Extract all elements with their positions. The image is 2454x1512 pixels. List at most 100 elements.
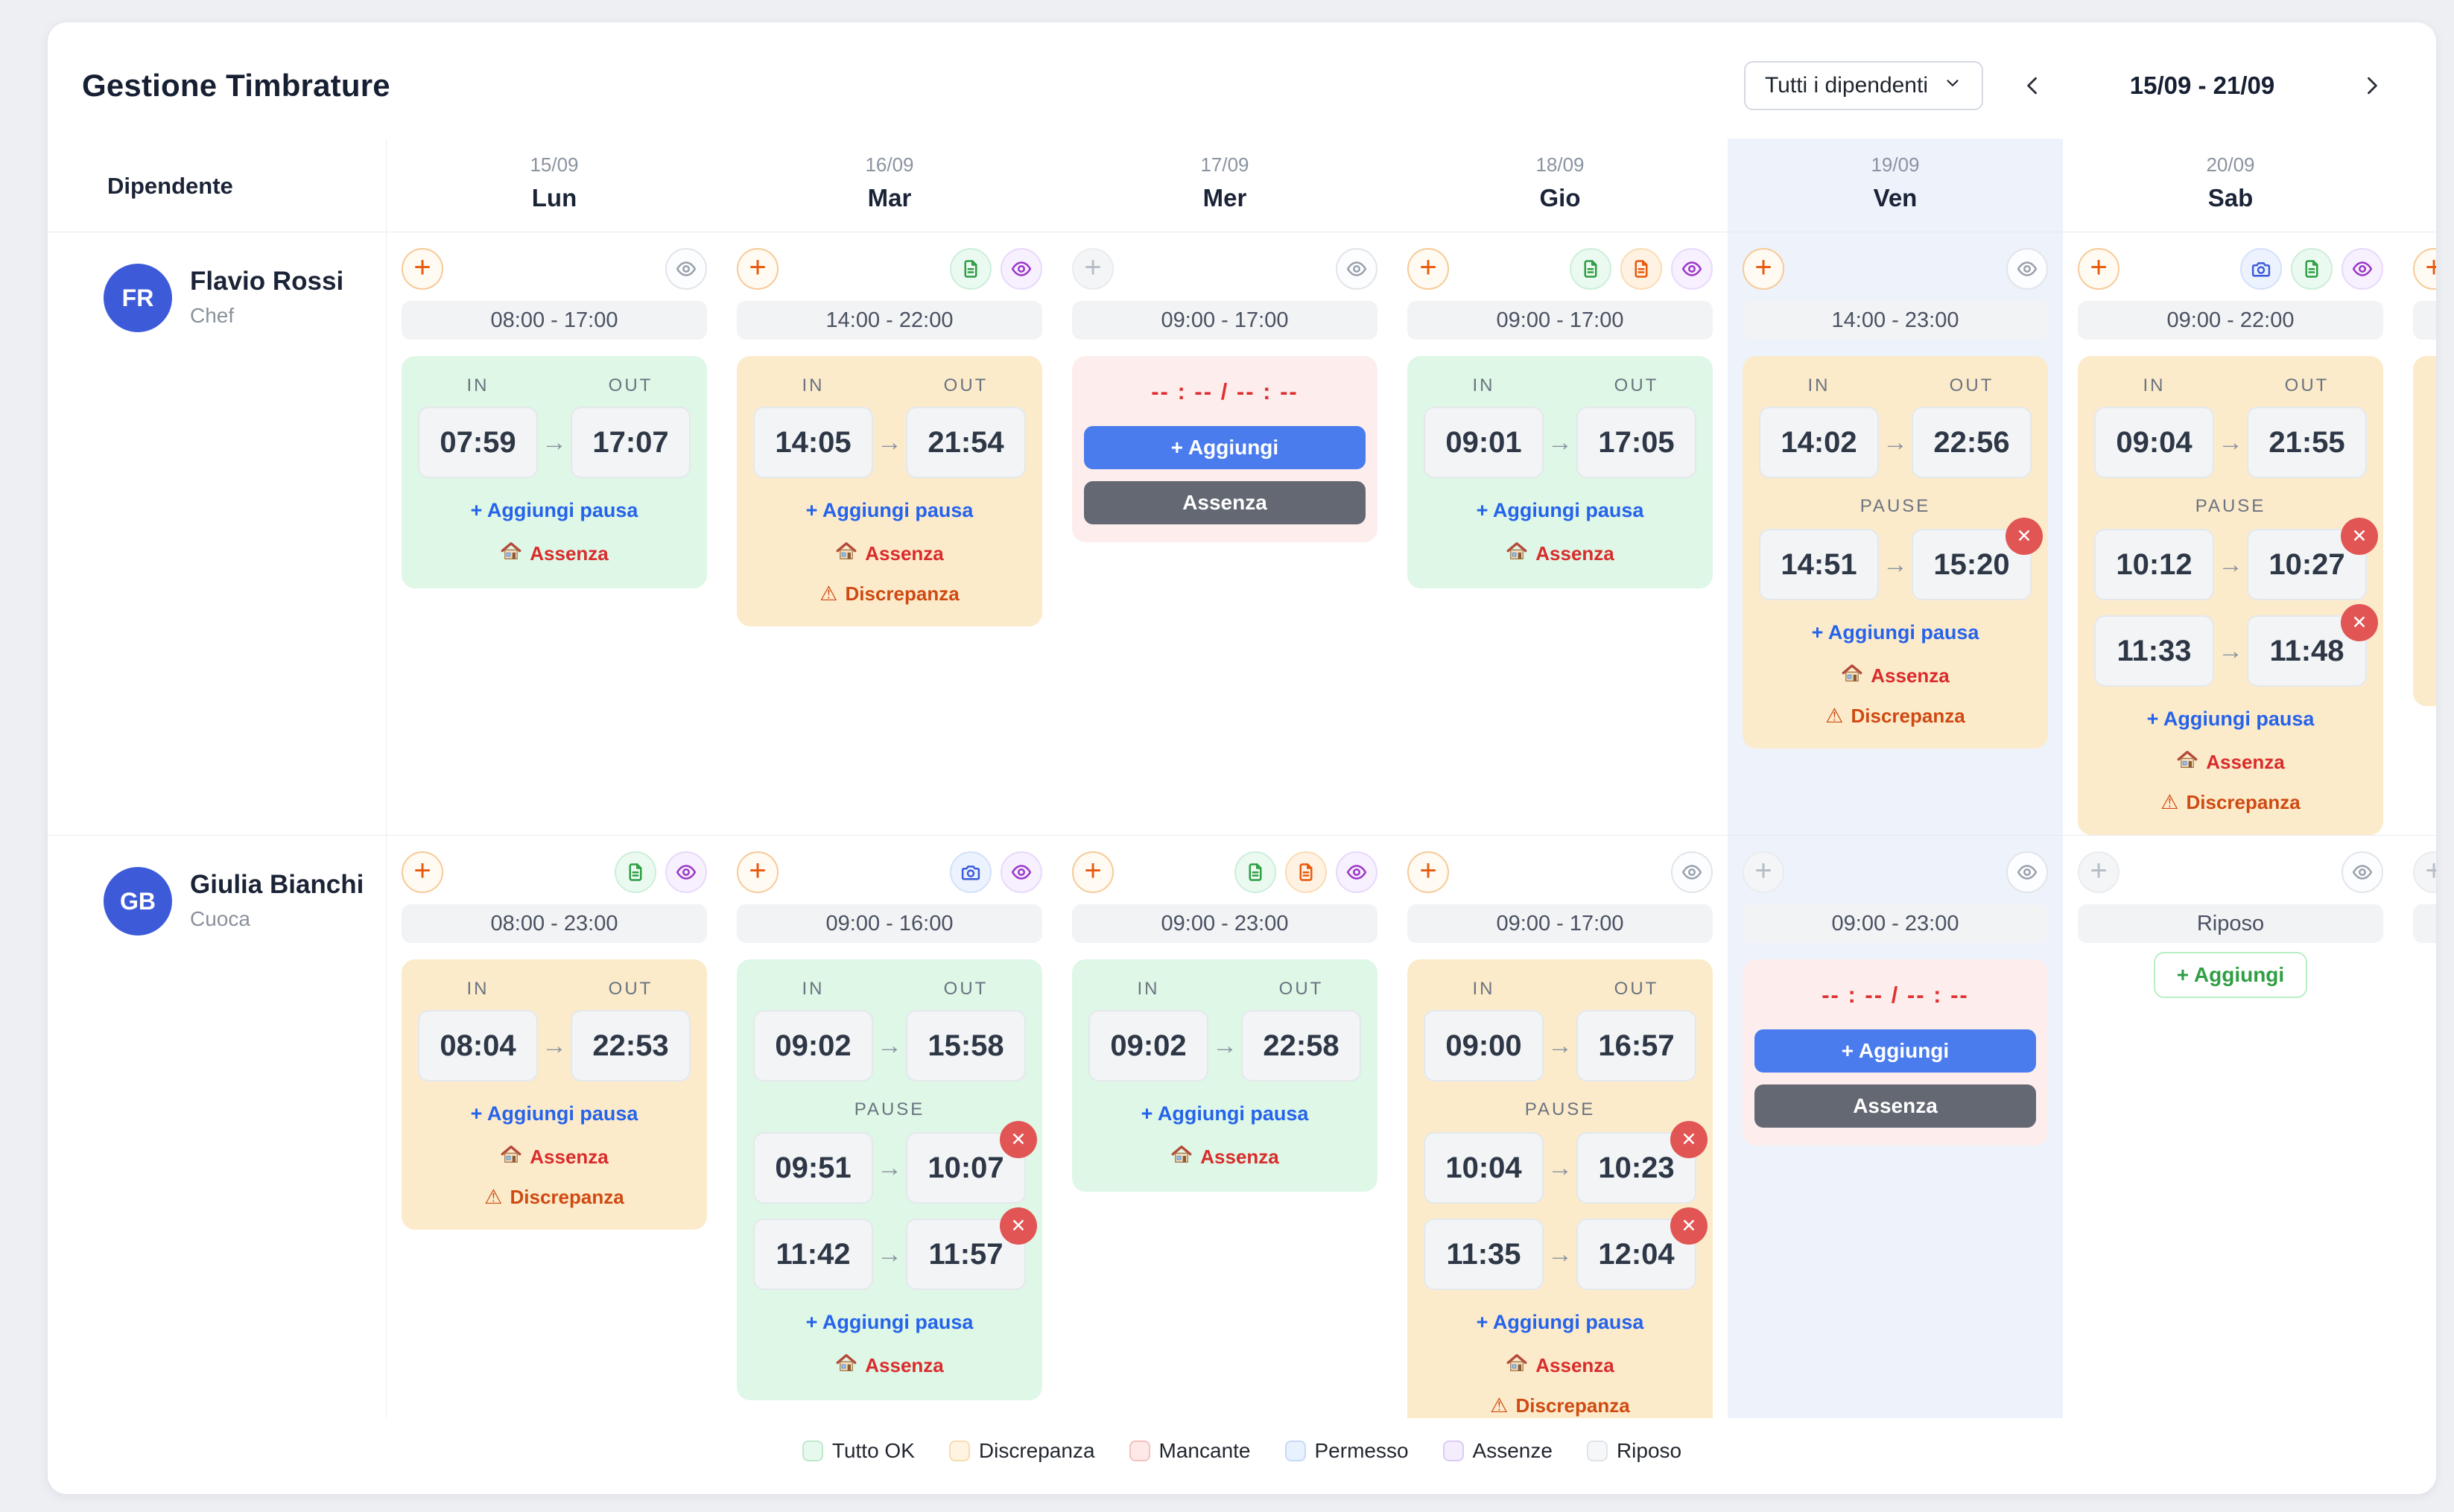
time-out-input[interactable]: 17:05 (1576, 407, 1696, 478)
pause-end-input[interactable]: 10:23✕ (1576, 1132, 1696, 1204)
eye-icon-purple[interactable] (1001, 248, 1042, 290)
remove-pause-button[interactable]: ✕ (1000, 1121, 1037, 1158)
absence-link[interactable]: Assenza (1424, 1352, 1696, 1379)
pause-start-input[interactable]: 11:42 (753, 1219, 873, 1290)
pause-start-input[interactable]: 14:51 (1759, 529, 1879, 600)
pause-end-input[interactable]: 10:07✕ (906, 1132, 1026, 1204)
time-in-input[interactable]: 14:02 (1759, 407, 1879, 478)
pause-start-input[interactable]: 10:04 (1424, 1132, 1544, 1204)
add-pause-link[interactable]: + Aggiungi pausa (418, 499, 691, 522)
pause-start-input[interactable]: 10:12 (2094, 529, 2214, 600)
eye-icon-purple[interactable] (2342, 248, 2383, 290)
absence-link[interactable]: Assenza (418, 1143, 691, 1171)
eye-icon[interactable] (1671, 851, 1713, 893)
absence-link[interactable]: Assenza (2094, 749, 2367, 776)
document-icon-green[interactable] (615, 851, 656, 893)
add-entry-button[interactable]: + (402, 851, 443, 893)
time-out-input[interactable]: 15:58 (906, 1010, 1026, 1081)
eye-icon-purple[interactable] (1336, 851, 1377, 893)
time-in-input[interactable]: 09:04 (2094, 407, 2214, 478)
prev-week-button[interactable] (2016, 69, 2050, 103)
remove-pause-button[interactable]: ✕ (2341, 604, 2378, 641)
pause-start-input[interactable]: 11:33 (2094, 615, 2214, 687)
eye-icon[interactable] (665, 248, 707, 290)
employee-filter-select[interactable]: Tutti i dipendenti (1744, 61, 1983, 110)
time-in-input[interactable]: 08:04 (418, 1010, 538, 1081)
next-week-button[interactable] (2354, 69, 2388, 103)
time-in-input[interactable]: 09:01 (1424, 407, 1544, 478)
add-shift-button[interactable]: + Aggiungi (2154, 952, 2307, 998)
time-in-input[interactable]: 09:02 (1088, 1010, 1208, 1081)
add-entry-button[interactable]: + (737, 851, 779, 893)
absence-link[interactable]: Assenza (753, 1352, 1026, 1379)
eye-icon[interactable] (2342, 851, 2383, 893)
document-icon-orange[interactable] (1620, 248, 1662, 290)
time-in-input[interactable]: 09:02 (753, 1010, 873, 1081)
time-out-input[interactable]: 22:53 (571, 1010, 691, 1081)
discrepancy-link[interactable]: ⚠Discrepanza (1759, 705, 2032, 728)
remove-pause-button[interactable]: ✕ (1000, 1207, 1037, 1245)
add-entry-button[interactable]: + (1072, 851, 1114, 893)
time-in-input[interactable]: 14:05 (753, 407, 873, 478)
pause-end-input[interactable]: 11:57✕ (906, 1219, 1026, 1290)
pause-end-input[interactable]: 12:04✕ (1576, 1219, 1696, 1290)
document-icon-green[interactable] (1570, 248, 1611, 290)
eye-icon-purple[interactable] (1671, 248, 1713, 290)
remove-pause-button[interactable]: ✕ (1670, 1207, 1708, 1245)
time-in-input[interactable]: 09:00 (1424, 1010, 1544, 1081)
discrepancy-link[interactable]: ⚠Discrepanza (753, 582, 1026, 606)
absence-link[interactable]: Assenza (753, 540, 1026, 568)
time-out-input[interactable]: 17:07 (571, 407, 691, 478)
add-entry-button[interactable]: + (2078, 248, 2119, 290)
add-entry-button[interactable]: + (2413, 248, 2436, 290)
add-entry-button[interactable]: + (737, 248, 779, 290)
pause-start-input[interactable]: 09:51 (753, 1132, 873, 1204)
absence-link[interactable]: Assenza (1759, 662, 2032, 690)
document-icon-green[interactable] (2291, 248, 2333, 290)
discrepancy-link[interactable]: ⚠Discrepanza (2094, 791, 2367, 814)
add-entry-button[interactable]: + (1407, 248, 1449, 290)
add-pause-link[interactable]: + Aggiungi pausa (1088, 1102, 1361, 1125)
add-timestamps-button[interactable]: + Aggiungi (1084, 426, 1366, 469)
camera-icon[interactable] (2240, 248, 2282, 290)
eye-icon[interactable] (1336, 248, 1377, 290)
add-pause-link[interactable]: + Aggiungi pausa (1759, 621, 2032, 644)
absence-link[interactable]: Assenza (1424, 540, 1696, 568)
add-timestamps-button[interactable]: + Aggiungi (1754, 1029, 2036, 1073)
document-icon-green[interactable] (1234, 851, 1276, 893)
pause-end-input[interactable]: 11:48✕ (2247, 615, 2367, 687)
camera-icon[interactable] (950, 851, 992, 893)
eye-icon-purple[interactable] (1001, 851, 1042, 893)
remove-pause-button[interactable]: ✕ (1670, 1121, 1708, 1158)
add-entry-button[interactable]: + (1743, 248, 1784, 290)
add-pause-link[interactable]: + Aggiungi pausa (418, 1102, 691, 1125)
add-pause-link[interactable]: + Aggiungi pausa (1424, 1311, 1696, 1334)
time-out-input[interactable]: 21:55 (2247, 407, 2367, 478)
add-pause-link[interactable]: + Aggiungi pausa (1424, 499, 1696, 522)
document-icon-green[interactable] (950, 248, 992, 290)
add-pause-link[interactable]: + Aggiungi pausa (753, 499, 1026, 522)
discrepancy-link[interactable]: ⚠Discrepanza (418, 1186, 691, 1209)
remove-pause-button[interactable]: ✕ (2341, 518, 2378, 555)
add-entry-button[interactable]: + (402, 248, 443, 290)
add-entry-button[interactable]: + (1407, 851, 1449, 893)
absence-button[interactable]: Assenza (1754, 1084, 2036, 1128)
absence-button[interactable]: Assenza (1084, 481, 1366, 524)
remove-pause-button[interactable]: ✕ (2006, 518, 2043, 555)
add-pause-link[interactable]: + Aggiungi pausa (753, 1311, 1026, 1334)
add-pause-link[interactable]: + Aggiungi pausa (2094, 708, 2367, 731)
absence-link[interactable]: Assenza (1088, 1143, 1361, 1171)
pause-start-input[interactable]: 11:35 (1424, 1219, 1544, 1290)
time-out-input[interactable]: 16:57 (1576, 1010, 1696, 1081)
absence-link[interactable]: Assenza (418, 540, 691, 568)
eye-icon[interactable] (2006, 851, 2048, 893)
eye-icon[interactable] (2006, 248, 2048, 290)
time-in-input[interactable]: 07:59 (418, 407, 538, 478)
time-out-input[interactable]: 21:54 (906, 407, 1026, 478)
discrepancy-link[interactable]: ⚠Discrepanza (1424, 1394, 1696, 1417)
time-out-input[interactable]: 22:58 (1241, 1010, 1361, 1081)
time-out-input[interactable]: 22:56 (1912, 407, 2032, 478)
pause-end-input[interactable]: 10:27✕ (2247, 529, 2367, 600)
pause-end-input[interactable]: 15:20✕ (1912, 529, 2032, 600)
eye-icon-purple[interactable] (665, 851, 707, 893)
